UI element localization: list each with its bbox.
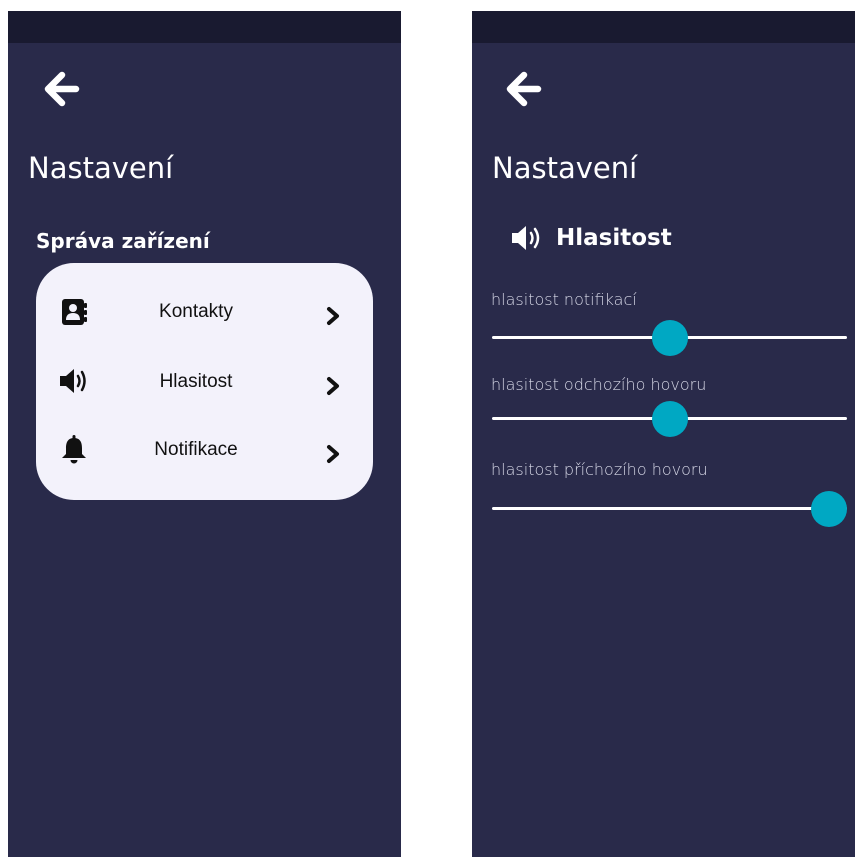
section-title: Správa zařízení [36,229,210,253]
incoming-call-volume-slider[interactable] [492,491,848,527]
menu-item-label: Hlasitost [159,371,233,392]
arrow-left-icon [44,71,80,107]
slider-track [492,507,847,510]
bell-icon [58,433,90,465]
menu-item-label: Kontakty [159,301,233,322]
menu-item-contacts[interactable]: Kontakty [36,287,373,339]
menu-item-label: Notifikace [154,439,238,460]
volume-icon [58,365,90,397]
outgoing-call-volume-slider[interactable] [492,401,847,437]
back-button[interactable] [36,63,96,115]
slider-thumb[interactable] [811,491,848,527]
settings-screen: Nastavení Správa zařízení Kontakty Hlasi… [8,11,401,857]
slider-thumb[interactable] [651,320,688,356]
slider-label-outgoing-call: hlasitost odchozího hovoru [491,375,707,394]
status-bar [472,11,855,43]
slider-label-incoming-call: hlasitost příchozího hovoru [491,460,708,479]
volume-icon [510,223,548,253]
settings-menu-card: Kontakty Hlasitost Notifikace [36,263,373,500]
page-title: Nastavení [492,151,638,185]
volume-settings-screen: Nastavení Hlasitost hlasitost notifikací… [472,11,855,857]
chevron-right-icon [323,304,343,328]
notification-volume-slider[interactable] [492,320,847,356]
chevron-right-icon [323,374,343,398]
menu-item-volume[interactable]: Hlasitost [36,357,373,409]
section-title: Hlasitost [556,225,672,251]
status-bar [8,11,401,43]
chevron-right-icon [323,442,343,466]
slider-thumb[interactable] [651,401,688,437]
back-button[interactable] [498,63,558,115]
arrow-left-icon [506,71,542,107]
menu-item-notifications[interactable]: Notifikace [36,425,373,477]
address-book-icon [58,295,90,327]
page-title: Nastavení [28,151,174,185]
slider-label-notifications: hlasitost notifikací [491,290,637,309]
